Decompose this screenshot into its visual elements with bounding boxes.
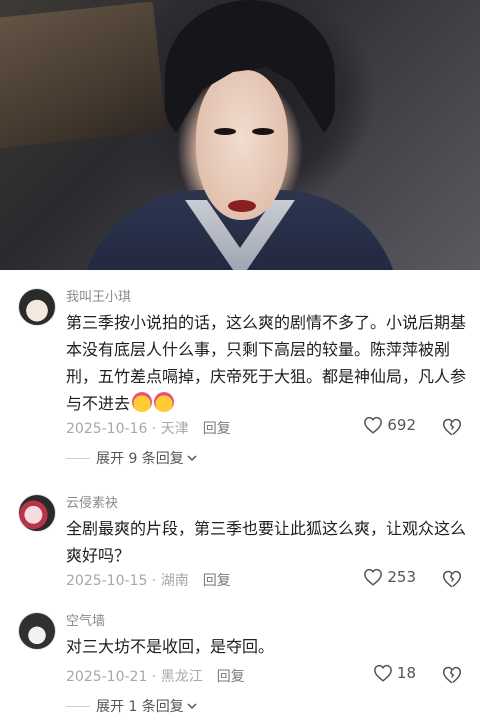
expand-replies-label: 展开 1 条回复 (96, 699, 184, 715)
comment-date-location: 2025-10-21 · 黑龙江 (66, 669, 203, 685)
character-left-eye (214, 128, 236, 135)
broken-heart-icon[interactable] (442, 665, 462, 685)
avatar[interactable] (18, 494, 56, 532)
broken-heart-icon[interactable] (442, 417, 462, 437)
character-lips (228, 200, 256, 212)
like-button[interactable]: 692 (363, 416, 416, 434)
avatar[interactable] (18, 612, 56, 650)
reply-button[interactable]: 回复 (217, 669, 245, 685)
reply-button[interactable]: 回复 (203, 573, 231, 589)
comment-meta: 2025-10-16 · 天津 回复 (66, 418, 231, 438)
expand-replies-button[interactable]: 展开 9 条回复 (66, 448, 197, 468)
comment-username[interactable]: 云侵素袂 (66, 492, 118, 511)
like-count: 18 (396, 664, 416, 682)
comment-text: 对三大坊不是收回，是夺回。 (66, 637, 275, 656)
heart-outline-icon (364, 416, 383, 434)
comment-text-content: 第三季按小说拍的话，这么爽的剧情不多了。小说后期基本没有底层人什么事，只剩下高层… (66, 313, 467, 413)
reply-button[interactable]: 回复 (203, 421, 231, 437)
comment-username[interactable]: 我叫王小琪 (66, 286, 131, 305)
comment-text: 全剧最爽的片段，第三季也要让此狐这么爽，让观众这么爽好吗？ (66, 519, 467, 565)
like-button[interactable]: 18 (373, 664, 416, 682)
expand-replies-button[interactable]: 展开 1 条回复 (66, 696, 197, 716)
sunglasses-emoji-icon (132, 392, 153, 412)
video-still-image (0, 0, 480, 270)
heart-outline-icon (373, 664, 392, 682)
divider-line (66, 705, 90, 707)
comment-meta: 2025-10-15 · 湖南 回复 (66, 570, 231, 590)
divider-line (66, 457, 90, 459)
comment-username[interactable]: 空气墙 (66, 610, 105, 629)
character-right-eye (252, 128, 274, 135)
chevron-down-icon (187, 455, 197, 462)
sunglasses-emoji-icon (154, 392, 175, 412)
avatar[interactable] (18, 288, 56, 326)
expand-replies-label: 展开 9 条回复 (96, 451, 184, 467)
broken-heart-icon[interactable] (442, 569, 462, 589)
background-crate (0, 1, 167, 149)
comment-date-location: 2025-10-16 · 天津 (66, 421, 189, 437)
comment-meta: 2025-10-21 · 黑龙江 回复 (66, 666, 245, 686)
comment-text: 第三季按小说拍的话，这么爽的剧情不多了。小说后期基本没有底层人什么事，只剩下高层… (66, 309, 466, 417)
comment-date-location: 2025-10-15 · 湖南 (66, 573, 189, 589)
character-face (196, 70, 288, 220)
heart-outline-icon (364, 568, 383, 586)
like-button[interactable]: 253 (363, 568, 416, 586)
like-count: 692 (387, 416, 416, 434)
like-count: 253 (387, 568, 416, 586)
chevron-down-icon (187, 703, 197, 710)
